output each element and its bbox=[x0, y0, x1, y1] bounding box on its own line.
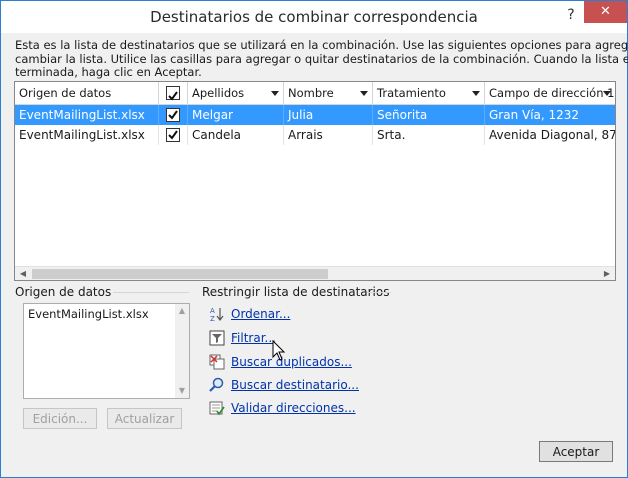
refine-list-label: Restringir lista de destinatarios bbox=[202, 285, 390, 299]
mail-merge-recipients-dialog: Destinatarios de combinar correspondenci… bbox=[0, 0, 628, 478]
vertical-scrollbar[interactable]: ▲ ▼ bbox=[175, 304, 189, 398]
chevron-down-icon[interactable] bbox=[360, 91, 368, 96]
chevron-down-icon[interactable] bbox=[271, 91, 279, 96]
description-line-3: terminada, haga clic en Aceptar. bbox=[15, 65, 202, 79]
filter-link[interactable]: Filtrar... bbox=[231, 331, 276, 345]
include-checkbox[interactable] bbox=[166, 128, 180, 142]
cell-tratamiento: Srta. bbox=[373, 125, 485, 145]
validate-address-icon bbox=[209, 401, 225, 416]
cell-apellidos: Melgar bbox=[188, 105, 284, 125]
edit-button[interactable]: Edición... bbox=[23, 408, 97, 429]
scroll-up-icon[interactable]: ▲ bbox=[175, 304, 189, 318]
chevron-down-icon[interactable] bbox=[472, 91, 480, 96]
cell-tratamiento: Señorita bbox=[373, 105, 485, 125]
data-source-list[interactable]: EventMailingList.xlsx ▲ ▼ bbox=[23, 303, 190, 399]
scrollbar-thumb[interactable] bbox=[32, 269, 328, 279]
refresh-button[interactable]: Actualizar bbox=[107, 408, 182, 429]
cell-source: EventMailingList.xlsx bbox=[15, 125, 159, 145]
cell-nombre: Arrais bbox=[284, 125, 373, 145]
description-line-1: Esta es la lista de destinatarios que se… bbox=[15, 38, 628, 52]
ok-button[interactable]: Aceptar bbox=[539, 441, 613, 462]
column-header-tratamiento[interactable]: Tratamiento bbox=[373, 82, 485, 104]
find-recipient-link[interactable]: Buscar destinatario... bbox=[231, 378, 359, 392]
description-line-2: cambiar la lista. Utilice las casillas p… bbox=[15, 51, 628, 66]
include-checkbox[interactable] bbox=[166, 108, 180, 122]
horizontal-scrollbar[interactable]: ◀ ▶ bbox=[15, 266, 615, 280]
column-header-nombre[interactable]: Nombre bbox=[284, 82, 373, 104]
table-row[interactable]: EventMailingList.xlsx Melgar Julia Señor… bbox=[15, 105, 615, 125]
sort-link[interactable]: Ordenar... bbox=[231, 307, 290, 321]
find-duplicates-link[interactable]: Buscar duplicados... bbox=[231, 355, 352, 369]
duplicates-icon bbox=[209, 354, 225, 370]
scroll-down-icon[interactable]: ▼ bbox=[175, 384, 189, 398]
column-header-apellidos[interactable]: Apellidos bbox=[188, 82, 284, 104]
recipients-grid: Origen de datos Apellidos Nombre Tratami… bbox=[14, 81, 616, 281]
grid-header: Origen de datos Apellidos Nombre Tratami… bbox=[15, 82, 615, 105]
cell-direccion: Gran Vía, 1232 bbox=[489, 108, 580, 122]
svg-text:A: A bbox=[210, 307, 215, 315]
cell-source: EventMailingList.xlsx bbox=[15, 105, 159, 125]
mouse-cursor-icon bbox=[272, 340, 286, 361]
title-bar: Destinatarios de combinar correspondenci… bbox=[1, 1, 627, 33]
validate-addresses-link[interactable]: Validar direcciones... bbox=[231, 401, 356, 415]
help-button[interactable]: ? bbox=[558, 3, 584, 29]
divider bbox=[113, 292, 189, 293]
divider bbox=[367, 292, 391, 293]
column-header-direccion[interactable]: Campo de dirección 1 bbox=[485, 82, 615, 104]
cell-include[interactable] bbox=[159, 125, 188, 145]
column-header-checkbox[interactable] bbox=[159, 82, 188, 104]
dialog-title: Destinatarios de combinar correspondenci… bbox=[150, 8, 478, 26]
sort-az-icon: A Z bbox=[210, 307, 224, 322]
list-item[interactable]: EventMailingList.xlsx bbox=[28, 307, 149, 321]
cell-apellidos: Candela bbox=[188, 125, 284, 145]
description-text: Esta es la lista de destinatarios que se… bbox=[15, 38, 628, 80]
select-all-checkbox[interactable] bbox=[166, 86, 180, 101]
data-source-label: Origen de datos bbox=[15, 285, 112, 299]
scroll-left-icon[interactable]: ◀ bbox=[15, 267, 31, 280]
table-row[interactable]: EventMailingList.xlsx Candela Arrais Srt… bbox=[15, 125, 615, 145]
filter-icon bbox=[209, 330, 225, 346]
cell-include[interactable] bbox=[159, 105, 188, 125]
cell-direccion: Avenida Diagonal, 8763 bbox=[489, 128, 615, 142]
search-icon bbox=[209, 377, 224, 392]
chevron-down-icon[interactable] bbox=[603, 91, 611, 96]
svg-text:Z: Z bbox=[210, 315, 215, 322]
scroll-right-icon[interactable]: ▶ bbox=[599, 267, 615, 280]
column-header-source[interactable]: Origen de datos bbox=[15, 82, 159, 104]
cell-nombre: Julia bbox=[284, 105, 373, 125]
close-button[interactable]: ✕ bbox=[584, 1, 627, 23]
